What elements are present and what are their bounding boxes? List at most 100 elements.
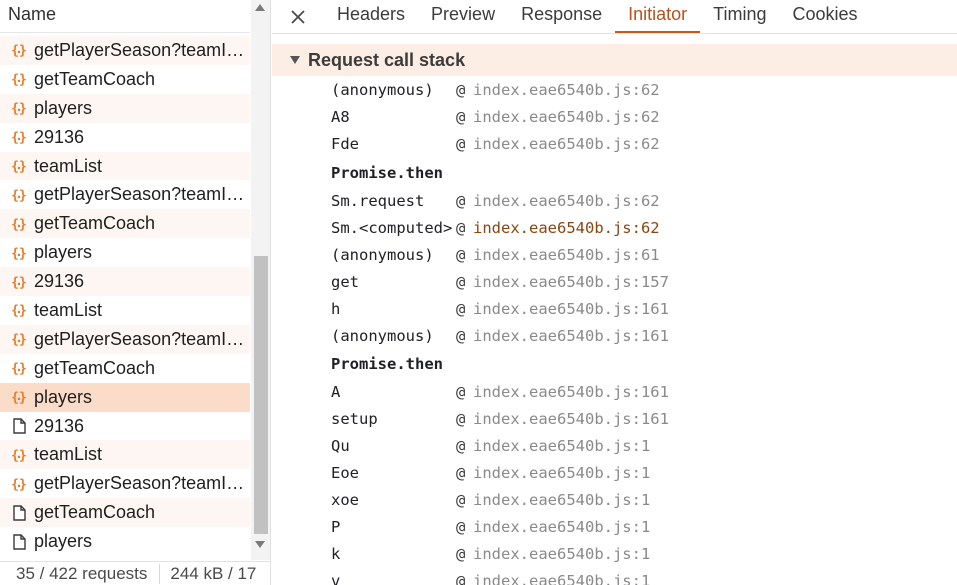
function-name: get	[331, 272, 359, 291]
request-row[interactable]: {}getPlayerSeason?teamId...	[0, 36, 250, 65]
request-name: teamList	[34, 155, 103, 176]
source-location-link[interactable]: index.eae6540b.js:161	[473, 300, 669, 318]
request-row[interactable]: {}players	[0, 93, 250, 123]
at-symbol: @	[456, 108, 466, 127]
tab-cookies[interactable]: Cookies	[780, 0, 871, 33]
transferred-size: 244 kB / 17	[170, 563, 257, 583]
document-icon	[9, 503, 29, 523]
source-location-link[interactable]: index.eae6540b.js:161	[473, 410, 669, 428]
details-tabs: Headers Preview Response Initiator Timing Coo…	[324, 0, 871, 33]
call-stack-frame: (anonymous) @ index.eae6540b.js:161	[331, 322, 669, 349]
request-row[interactable]: {}getPlayerSeason?teamId...	[0, 180, 250, 210]
request-row[interactable]: {}players	[0, 382, 250, 412]
json-icon: {}	[9, 387, 29, 407]
request-row[interactable]: getTeamCoach	[0, 498, 250, 528]
function-name: Sm.<computed>	[331, 219, 453, 237]
source-location-link[interactable]: index.eae6540b.js:161	[473, 327, 669, 345]
at-symbol: @	[456, 491, 466, 510]
request-name: getTeamCoach	[34, 502, 156, 523]
scroll-up-arrow-icon[interactable]	[255, 4, 265, 11]
name-column-header[interactable]: Name	[0, 0, 250, 33]
json-icon: {}	[9, 272, 29, 292]
tab-response[interactable]: Response	[508, 0, 615, 33]
at-symbol: @	[456, 192, 466, 211]
tab-initiator[interactable]: Initiator	[615, 0, 701, 33]
json-icon: {}	[9, 156, 29, 176]
at-symbol: @	[456, 437, 466, 456]
call-stack-frame: (anonymous) @ index.eae6540b.js:62	[331, 77, 669, 104]
close-details-button[interactable]	[272, 0, 324, 33]
request-row[interactable]: {}teamList	[0, 151, 250, 181]
request-name: getTeamCoach	[34, 213, 156, 234]
request-row[interactable]: {}getTeamCoach	[0, 353, 250, 383]
at-symbol: @	[456, 135, 466, 154]
source-location-link[interactable]: index.eae6540b.js:61	[473, 246, 660, 264]
request-list-scrollbar[interactable]	[251, 0, 270, 560]
request-details-panel: Headers Preview Response Initiator Timing Coo…	[272, 0, 957, 585]
json-icon: {}	[9, 445, 29, 465]
request-row[interactable]: {}getPlayerSeason?teamId...	[0, 324, 250, 354]
source-location-link[interactable]: index.eae6540b.js:161	[473, 383, 669, 401]
request-name: players	[34, 386, 93, 407]
request-rows: {}getPlayerSeason?teamId...{}getTeamCoac…	[0, 36, 250, 557]
tab-timing[interactable]: Timing	[700, 0, 779, 33]
request-row[interactable]: {}getPlayerSeason?teamId...	[0, 469, 250, 499]
source-location-link[interactable]: index.eae6540b.js:62	[473, 81, 660, 99]
request-row[interactable]: {}players	[0, 238, 250, 268]
function-name: A8	[331, 108, 350, 127]
request-count: 35 / 422 requests	[0, 563, 161, 584]
source-location-link[interactable]: index.eae6540b.js:62	[473, 219, 660, 237]
call-stack-frame: get @ index.eae6540b.js:157	[331, 268, 669, 295]
request-row[interactable]: {}getTeamCoach	[0, 209, 250, 239]
request-row[interactable]: {}teamList	[0, 296, 250, 325]
tab-headers[interactable]: Headers	[324, 0, 418, 33]
request-row[interactable]: {}getTeamCoach	[0, 64, 250, 94]
source-location-link[interactable]: index.eae6540b.js:1	[473, 437, 650, 455]
function-name: k	[331, 544, 341, 563]
json-icon: {}	[9, 329, 29, 349]
document-icon	[9, 532, 29, 552]
request-row[interactable]: {}teamList	[0, 440, 250, 470]
scroll-down-arrow-icon[interactable]	[255, 541, 265, 548]
request-row[interactable]: 29136	[0, 411, 250, 441]
request-name: players	[34, 97, 93, 118]
function-name: xoe	[331, 491, 359, 510]
function-name: h	[331, 299, 341, 318]
source-location-link[interactable]: index.eae6540b.js:1	[473, 464, 650, 482]
tab-preview[interactable]: Preview	[418, 0, 508, 33]
async-boundary-label: Promise.then	[331, 355, 443, 374]
source-location-link[interactable]: index.eae6540b.js:1	[473, 518, 650, 536]
source-location-link[interactable]: index.eae6540b.js:1	[473, 491, 650, 509]
network-status-bar: 35 / 422 requests 244 kB / 17	[0, 561, 270, 585]
scrollbar-thumb[interactable]	[254, 256, 268, 534]
json-icon: {}	[9, 474, 29, 494]
request-row[interactable]: players	[0, 527, 250, 557]
source-location-link[interactable]: index.eae6540b.js:157	[473, 273, 669, 291]
request-row[interactable]: {}29136	[0, 122, 250, 152]
function-name: Qu	[331, 437, 350, 456]
close-icon[interactable]	[290, 9, 306, 25]
at-symbol: @	[456, 272, 466, 291]
network-request-list-panel: Name {}getPlayerSeason?teamId...{}getTea…	[0, 0, 271, 585]
call-stack-frame: A8 @ index.eae6540b.js:62	[331, 104, 669, 131]
source-location-link[interactable]: index.eae6540b.js:62	[473, 192, 660, 210]
source-location-link[interactable]: index.eae6540b.js:1	[473, 572, 650, 585]
call-stack-frame: Fde @ index.eae6540b.js:62	[331, 131, 669, 158]
at-symbol: @	[456, 544, 466, 563]
source-location-link[interactable]: index.eae6540b.js:62	[473, 108, 660, 126]
call-stack-frame: h @ index.eae6540b.js:161	[331, 295, 669, 322]
request-name: teamList	[34, 444, 103, 465]
collapse-triangle-icon[interactable]	[290, 56, 300, 64]
call-stack-frame: v @ index.eae6540b.js:1	[331, 567, 669, 585]
request-row[interactable]: {}29136	[0, 267, 250, 297]
json-icon: {}	[9, 185, 29, 205]
at-symbol: @	[456, 81, 466, 100]
source-location-link[interactable]: index.eae6540b.js:1	[473, 545, 650, 563]
json-icon: {}	[9, 69, 29, 89]
source-location-link[interactable]: index.eae6540b.js:62	[473, 135, 660, 153]
request-call-stack-header[interactable]: Request call stack	[272, 44, 957, 76]
json-icon: {}	[9, 127, 29, 147]
call-stack-frame: Sm.<computed> @ index.eae6540b.js:62	[331, 215, 669, 242]
function-name: Sm.request	[331, 192, 425, 211]
at-symbol: @	[456, 219, 466, 237]
